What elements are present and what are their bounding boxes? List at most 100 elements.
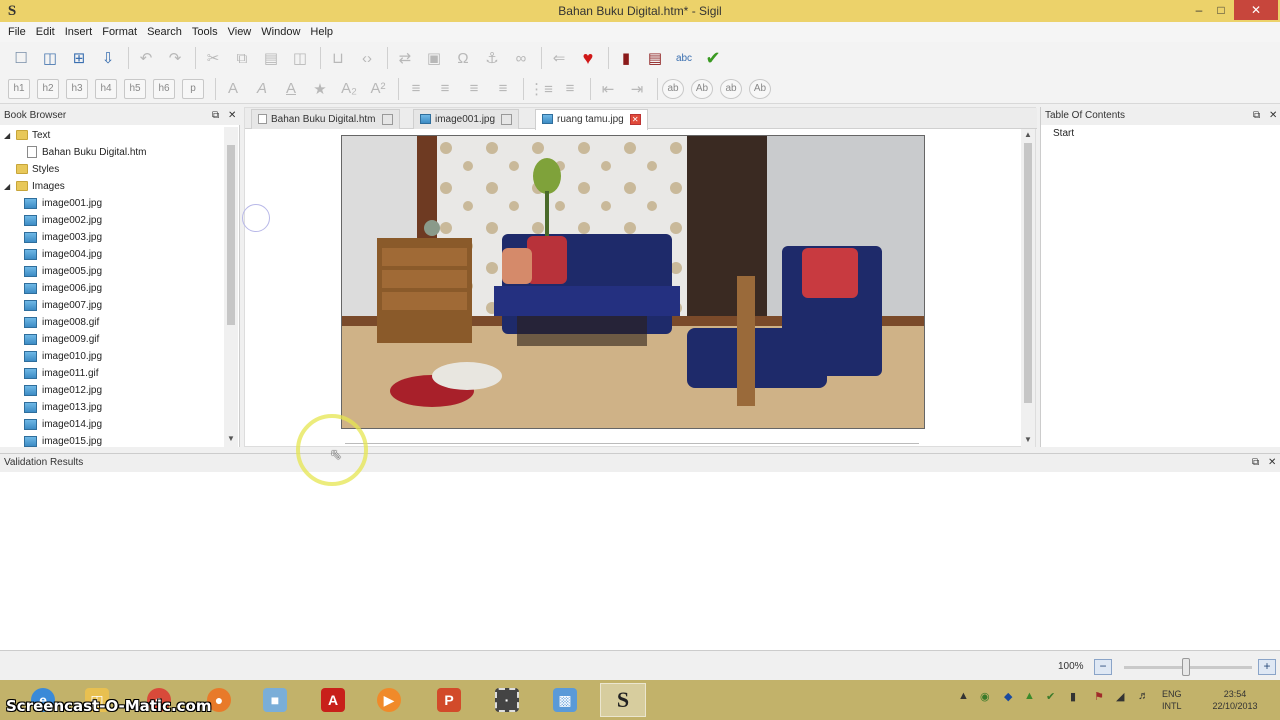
capitalize-button[interactable]: Ab: [749, 78, 771, 99]
tab-close-icon[interactable]: ✕: [629, 113, 641, 125]
tray-update-icon[interactable]: ▲: [1024, 690, 1035, 702]
menu-view[interactable]: View: [223, 26, 257, 38]
taskbar-screencast-icon[interactable]: ·: [484, 683, 530, 717]
book-view-icon[interactable]: ⊔: [325, 46, 351, 70]
underline-icon[interactable]: A: [278, 77, 304, 101]
tray-signal-icon[interactable]: ◢: [1116, 690, 1124, 703]
tree-item-image[interactable]: image012.jpg: [0, 382, 222, 399]
menu-edit[interactable]: Edit: [31, 26, 60, 38]
scroll-thumb[interactable]: [1024, 143, 1032, 403]
tree-item-image[interactable]: image015.jpg: [0, 433, 222, 447]
menu-window[interactable]: Window: [256, 26, 305, 38]
spellcheck-icon[interactable]: abc: [671, 46, 697, 70]
metadata-editor-icon[interactable]: ▮: [613, 46, 639, 70]
scroll-thumb[interactable]: [227, 145, 235, 325]
add-file-icon[interactable]: ⊞: [66, 46, 92, 70]
taskbar-app-icon[interactable]: ■: [252, 683, 298, 717]
tray-power-icon[interactable]: ▮: [1070, 690, 1076, 703]
split-icon[interactable]: ⇄: [392, 46, 418, 70]
tree-item-image[interactable]: image003.jpg: [0, 229, 222, 246]
save-icon[interactable]: ⇩: [95, 46, 121, 70]
zoom-out-button[interactable]: −: [1094, 659, 1112, 675]
tray-security-icon[interactable]: ✔: [1046, 690, 1055, 703]
tab-ruang-tamu[interactable]: ruang tamu.jpg ✕: [535, 109, 648, 130]
editor-scrollbar[interactable]: ▲ ▼: [1021, 129, 1035, 447]
paste-icon[interactable]: ▤: [258, 46, 284, 70]
tree-item-image[interactable]: image007.jpg: [0, 297, 222, 314]
tree-folder-text[interactable]: ◢ Text: [0, 127, 222, 144]
tree-folder-images[interactable]: ◢ Images: [0, 178, 222, 195]
paragraph-button[interactable]: p: [182, 78, 204, 99]
tree-item-image[interactable]: image010.jpg: [0, 348, 222, 365]
undock-icon[interactable]: ⧉: [212, 107, 219, 125]
close-window-button[interactable]: ✕: [1234, 0, 1278, 20]
expand-arrow-icon[interactable]: ◢: [4, 178, 10, 195]
paste-special-icon[interactable]: ◫: [287, 46, 313, 70]
align-justify-icon[interactable]: ≡: [490, 77, 516, 101]
superscript-icon[interactable]: A²: [365, 77, 391, 101]
scroll-down-icon[interactable]: ▼: [1021, 434, 1035, 446]
undock-icon[interactable]: ⧉: [1253, 107, 1260, 125]
tree-item-image[interactable]: image009.gif: [0, 331, 222, 348]
cut-icon[interactable]: ✂: [200, 46, 226, 70]
tray-bluetooth-icon[interactable]: ◆: [1004, 690, 1012, 703]
zoom-slider-handle[interactable]: [1182, 658, 1190, 676]
tree-item-image[interactable]: image008.gif: [0, 314, 222, 331]
anchor-icon[interactable]: ⚓: [479, 46, 505, 70]
heading-h3-button[interactable]: h3: [66, 78, 88, 99]
copy-icon[interactable]: ⧉: [229, 46, 255, 70]
tree-folder-styles[interactable]: Styles: [0, 161, 222, 178]
tray-volume-icon[interactable]: ♬: [1138, 690, 1149, 702]
toc-entry-start[interactable]: Start: [1053, 128, 1074, 139]
close-panel-icon[interactable]: ✕: [228, 107, 236, 125]
book-browser-scrollbar[interactable]: ▼: [224, 127, 238, 447]
undo-icon[interactable]: ↶: [133, 46, 159, 70]
heading-h5-button[interactable]: h5: [124, 78, 146, 99]
tree-item-image[interactable]: image011.gif: [0, 365, 222, 382]
italic-icon[interactable]: A: [249, 77, 275, 101]
zoom-in-button[interactable]: +: [1258, 659, 1276, 675]
align-center-icon[interactable]: ≡: [432, 77, 458, 101]
tab-close-icon[interactable]: [501, 113, 513, 125]
heading-h1-button[interactable]: h1: [8, 78, 30, 99]
sentence-case-button[interactable]: ab: [720, 78, 742, 99]
tree-item-image[interactable]: image013.jpg: [0, 399, 222, 416]
tree-item-image[interactable]: image002.jpg: [0, 212, 222, 229]
tab-close-icon[interactable]: [381, 113, 393, 125]
numbered-list-icon[interactable]: ≡: [557, 77, 583, 101]
menu-insert[interactable]: Insert: [60, 26, 98, 38]
align-right-icon[interactable]: ≡: [461, 77, 487, 101]
expand-arrow-icon[interactable]: ◢: [4, 127, 10, 144]
tray-network-icon[interactable]: ◉: [980, 690, 990, 703]
bold-icon[interactable]: A: [220, 77, 246, 101]
menu-file[interactable]: File: [3, 26, 31, 38]
taskbar-sigil-icon[interactable]: S: [600, 683, 646, 717]
tree-item-html[interactable]: Bahan Buku Digital.htm: [0, 144, 222, 161]
maximize-button[interactable]: □: [1208, 0, 1234, 20]
heading-h6-button[interactable]: h6: [153, 78, 175, 99]
taskbar-media-player-icon[interactable]: ▶: [366, 683, 412, 717]
scroll-up-icon[interactable]: ▲: [1021, 129, 1035, 141]
tab-image001[interactable]: image001.jpg: [413, 109, 520, 129]
close-panel-icon[interactable]: ✕: [1268, 454, 1276, 472]
code-view-icon[interactable]: ‹›: [354, 46, 380, 70]
heading-h4-button[interactable]: h4: [95, 78, 117, 99]
decrease-indent-icon[interactable]: ⇤: [595, 77, 621, 101]
close-panel-icon[interactable]: ✕: [1269, 107, 1277, 125]
menu-tools[interactable]: Tools: [187, 26, 223, 38]
menu-format[interactable]: Format: [97, 26, 142, 38]
subscript-icon[interactable]: A₂: [336, 77, 362, 101]
validate-checkmark-icon[interactable]: ✔: [700, 46, 726, 70]
undock-icon[interactable]: ⧉: [1252, 454, 1259, 472]
align-left-icon[interactable]: ≡: [403, 77, 429, 101]
lowercase-button[interactable]: ab: [662, 78, 684, 99]
keyboard-language[interactable]: ENG INTL: [1162, 688, 1182, 712]
strikethrough-icon[interactable]: ★: [307, 77, 333, 101]
link-icon[interactable]: ∞: [508, 46, 534, 70]
new-file-icon[interactable]: ☐: [8, 46, 34, 70]
tree-item-image[interactable]: image001.jpg: [0, 195, 222, 212]
system-clock[interactable]: 23:54 22/10/2013: [1200, 688, 1270, 712]
titlecase-button[interactable]: Ab: [691, 78, 713, 99]
menu-search[interactable]: Search: [142, 26, 187, 38]
tree-item-image[interactable]: image006.jpg: [0, 280, 222, 297]
